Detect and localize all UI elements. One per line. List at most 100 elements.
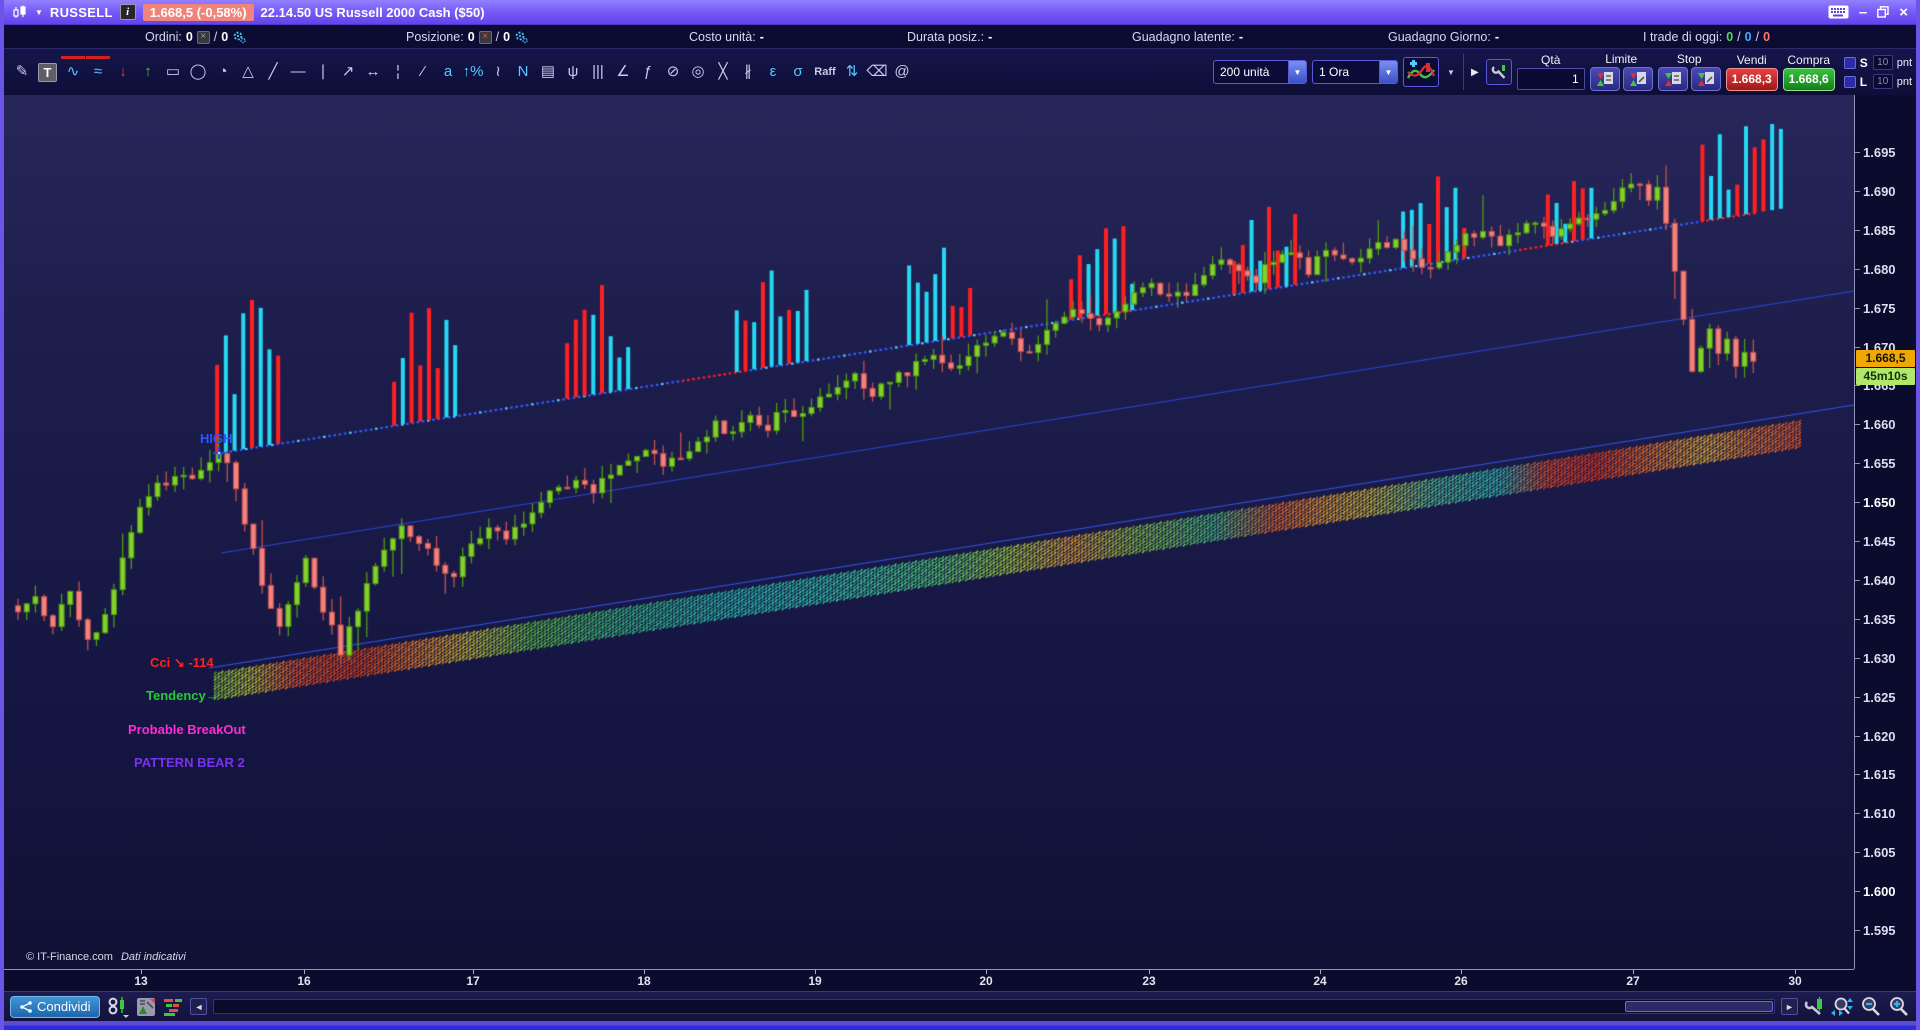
zigzag-pattern-tool[interactable]: ∿ [61, 56, 85, 88]
limit-points-input[interactable]: 10 [1873, 74, 1893, 89]
time-tick-label: 13 [134, 974, 147, 988]
crossing-lines-tool[interactable]: ╳ [711, 56, 735, 88]
rectangle-tool[interactable]: ▭ [161, 56, 185, 88]
stop-sell-order-button[interactable] [1658, 67, 1688, 91]
position-info-bar: Ordini:0 × /0 Posizione:0 × /0 Costo uni… [4, 24, 1916, 48]
todays-trades-field: I trade di oggi: 0 / 0 / 0 [1643, 25, 1770, 49]
zigzag-indicator-tool[interactable]: ≀ [486, 56, 510, 88]
stop-buy-order-button[interactable] [1691, 67, 1721, 91]
fibonacci-spiral-tool[interactable]: ◎ [686, 56, 710, 88]
scroll-left-button[interactable]: ◄ [190, 998, 207, 1015]
share-button[interactable]: Condividi [10, 996, 100, 1018]
indicator-chevron-button[interactable]: ▼ [1444, 57, 1458, 87]
sell-market-button[interactable]: 1.668,3 [1726, 68, 1778, 91]
stop-label: Stop [1677, 53, 1702, 66]
vertical-lines-tool[interactable]: ||| [586, 56, 610, 88]
extended-line-tool[interactable]: ↔ [361, 56, 385, 88]
scrollbar-thumb[interactable] [1625, 1001, 1773, 1012]
chevron-down-icon[interactable]: ▼ [1379, 61, 1397, 83]
candlestick-window-icon [12, 5, 28, 19]
chart-scrollbar[interactable] [213, 999, 1775, 1014]
position-settings-gear-icon[interactable] [514, 30, 528, 44]
draw-cursor-tool[interactable]: ✎ [10, 56, 34, 88]
instrument-name[interactable]: RUSSELL [50, 5, 113, 20]
limit-sell-order-button[interactable] [1590, 67, 1620, 91]
virtual-keyboard-icon[interactable] [1828, 5, 1849, 19]
ellipse-tool[interactable]: ◯ [186, 56, 210, 88]
elliott-pattern-tool[interactable]: ≈ [86, 56, 110, 88]
price-tick-label: 1.655 [1863, 456, 1896, 471]
add-indicator-button[interactable] [1403, 57, 1439, 87]
minimize-button[interactable]: – [1859, 5, 1867, 20]
report-list-icon[interactable] [136, 997, 156, 1017]
price-axis[interactable]: 1.6951.6901.6851.6801.6751.6701.6651.660… [1854, 95, 1916, 969]
candlestick-chart-canvas[interactable] [4, 95, 1854, 969]
std-dev-channel-tool[interactable]: σ [786, 56, 810, 88]
stop-points-input[interactable]: 10 [1873, 55, 1893, 70]
speed-fan-tool[interactable]: ∦ [736, 56, 760, 88]
cancel-orders-button[interactable]: × [197, 31, 210, 44]
chevron-down-icon[interactable]: ▼ [1288, 61, 1306, 83]
instrument-dropdown-icon[interactable]: ▼ [35, 8, 43, 17]
cycle-arrows-tool[interactable]: ⇅ [840, 56, 864, 88]
delete-drawing-tool[interactable]: ⌫ [865, 56, 889, 88]
orders-book-icon[interactable] [162, 997, 184, 1017]
quantity-input[interactable]: 1 [1517, 68, 1585, 90]
time-tick-label: 18 [637, 974, 650, 988]
raff-channel-tool[interactable]: Raff [811, 56, 839, 88]
close-position-button[interactable]: × [479, 31, 492, 44]
percent-change-tool[interactable]: ↑% [461, 56, 485, 88]
time-axis[interactable]: 1316171819202324262730 [4, 969, 1854, 991]
stop-points-checkbox[interactable] [1844, 57, 1856, 69]
scroll-right-button[interactable]: ► [1781, 998, 1798, 1015]
instrument-info-button[interactable]: i [120, 4, 136, 20]
annotation-pointer-tool[interactable]: a [436, 56, 460, 88]
orders-settings-gear-icon[interactable] [232, 30, 246, 44]
price-tick-label: 1.605 [1863, 845, 1896, 860]
zoom-out-icon[interactable] [1860, 996, 1882, 1018]
close-button[interactable]: × [1899, 5, 1908, 20]
window-bottom-border [4, 1021, 1916, 1030]
buy-market-button[interactable]: 1.668,6 [1783, 68, 1835, 91]
drawing-toolbar: ✎T∿≈↓↑▭◯◔△╱―∣↗↔¦⁄a↑%≀N▤ψ|||∠ƒ⊘◎╳∦εσRaff⇅… [4, 48, 1916, 95]
time-tick-label: 30 [1788, 974, 1801, 988]
sell-label: Vendi [1737, 54, 1767, 67]
zoom-in-icon[interactable] [1888, 996, 1910, 1018]
grid-tool[interactable]: ▤ [536, 56, 560, 88]
regression-channel-tool[interactable]: N [511, 56, 535, 88]
arrow-line-tool[interactable]: ↗ [336, 56, 360, 88]
arc-tool[interactable]: ◔ [211, 56, 235, 88]
gann-fan-tool[interactable]: ∠ [611, 56, 635, 88]
horizontal-line-tool[interactable]: ― [286, 56, 310, 88]
price-tick-label: 1.650 [1863, 495, 1896, 510]
trendline-tool[interactable]: ╱ [261, 56, 285, 88]
restore-button[interactable] [1877, 6, 1889, 18]
trading-window: ▼ RUSSELL i 1.668,5 (-0,58%) 22.14.50 US… [0, 0, 1920, 1030]
vertical-line-tool[interactable]: ¦ [386, 56, 410, 88]
ray-tool[interactable]: ⁄ [411, 56, 435, 88]
fibonacci-circle-tool[interactable]: ⊘ [661, 56, 685, 88]
panel-expand-arrow[interactable]: ▶ [1469, 67, 1481, 78]
triangle-tool[interactable]: △ [236, 56, 260, 88]
stop-letter: S [1860, 56, 1869, 70]
linked-instrument-icon[interactable] [106, 996, 130, 1018]
price-tick-label: 1.685 [1863, 223, 1896, 238]
text-tool[interactable]: T [38, 63, 57, 82]
chart-settings-wrench-icon[interactable] [1804, 997, 1824, 1017]
elliott-count-tool[interactable]: ε [761, 56, 785, 88]
limit-buy-order-button[interactable] [1623, 67, 1653, 91]
andrews-pitchfork-tool[interactable]: ψ [561, 56, 585, 88]
order-settings-button[interactable] [1486, 59, 1512, 85]
fibonacci-fan-tool[interactable]: ƒ [636, 56, 660, 88]
sell-signal-arrow-tool[interactable]: ↓ [111, 56, 135, 88]
quantity-label: Qtà [1541, 54, 1560, 67]
zoom-fit-icon[interactable] [1830, 996, 1854, 1018]
limit-points-checkbox[interactable] [1844, 76, 1856, 88]
buy-signal-arrow-tool[interactable]: ↑ [136, 56, 160, 88]
price-tick-label: 1.675 [1863, 301, 1896, 316]
timeframe-dropdown[interactable]: 1 Ora ▼ [1312, 60, 1398, 84]
spiral-tool[interactable]: @ [890, 56, 914, 88]
price-tick-label: 1.690 [1863, 184, 1896, 199]
units-dropdown[interactable]: 200 unità ▼ [1213, 60, 1307, 84]
vertical-segment-tool[interactable]: ∣ [311, 56, 335, 88]
